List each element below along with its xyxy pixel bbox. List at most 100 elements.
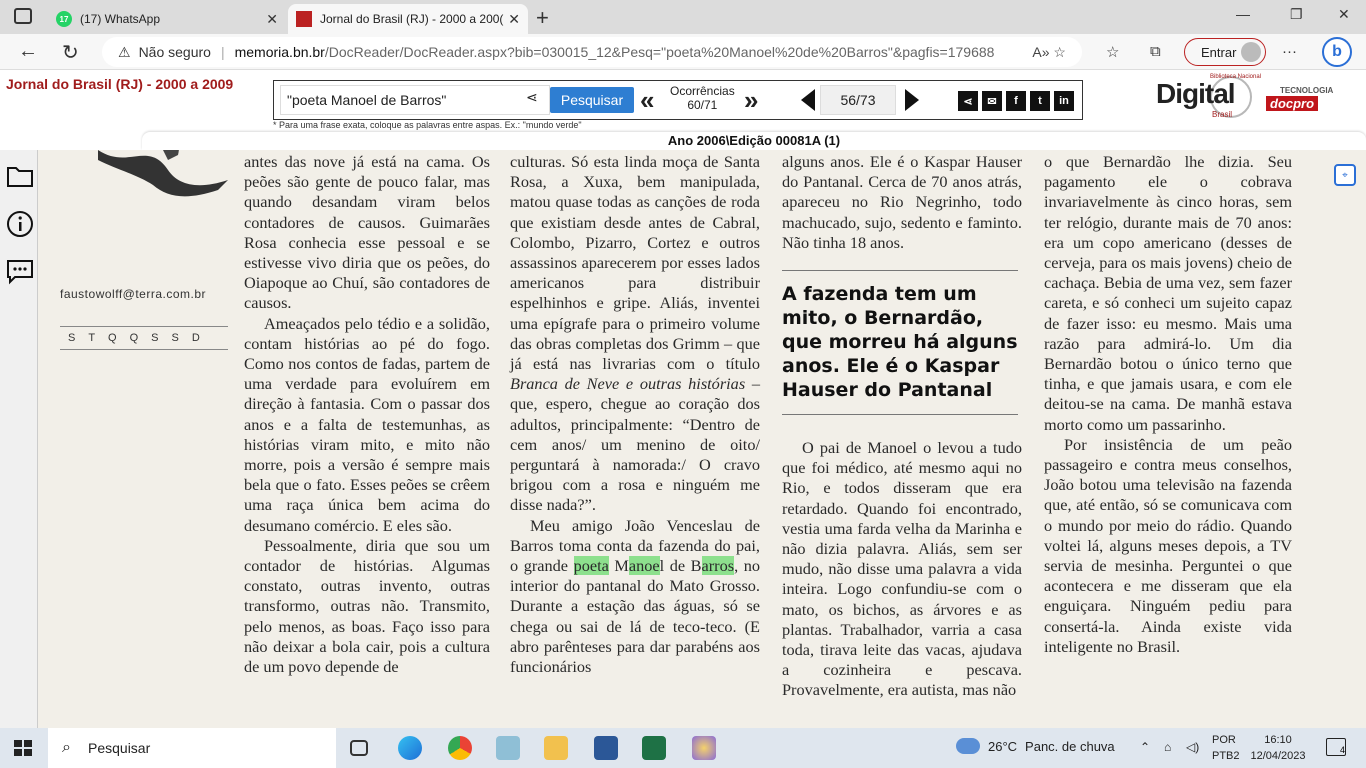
reload-button[interactable]: ↻ [62,40,79,65]
weekday-strip: STQQSSD [68,332,213,344]
favorites-icon[interactable]: ☆ [1106,43,1119,61]
article-column-3: alguns anos. Ele é o Kaspar Hauser do Pa… [782,152,1022,253]
chevron-up-icon[interactable]: ⌃ [1140,740,1150,754]
search-highlight[interactable]: poeta [573,556,609,576]
notepad-icon[interactable] [496,736,520,760]
next-page-icon[interactable] [905,89,919,111]
page-number-field[interactable]: 56/73 [820,85,896,115]
comments-icon[interactable] [6,258,34,286]
notification-count: 4 [1339,745,1345,755]
lang-line-1: POR [1212,734,1236,746]
previous-occurrence-icon[interactable]: « [640,85,655,116]
paragraph: Meu amigo João Venceslau de Barros toma … [510,516,760,678]
share-icon[interactable]: ⋖ [958,91,978,111]
minimize-button[interactable]: — [1236,6,1250,22]
read-aloud-icon[interactable]: A» ☆ [1032,44,1066,61]
sign-in-button[interactable]: Entrar [1184,38,1266,66]
rain-cloud-icon [956,738,980,754]
excel-icon[interactable] [642,736,666,760]
tab-whatsapp[interactable]: 17 (17) WhatsApp ✕ [48,4,286,34]
illustration-image [98,150,228,197]
volume-icon[interactable]: ◁) [1186,740,1199,754]
share-icon[interactable]: ⋖ [526,89,538,106]
paragraph: Pessoalmente, diria que sou um contador … [244,535,490,677]
collections-icon[interactable]: ⧉ [1150,43,1161,60]
linkedin-icon[interactable]: in [1054,91,1074,111]
language-indicator[interactable]: POR PTB2 [1212,732,1240,764]
email-icon[interactable]: ✉ [982,91,1002,111]
site-title: Jornal do Brasil (RJ) - 2000 a 2009 [6,76,234,92]
word-icon[interactable] [594,736,618,760]
folder-icon[interactable] [6,162,34,190]
info-icon[interactable] [6,210,34,238]
file-explorer-icon[interactable] [544,736,568,760]
tab-label: (17) WhatsApp [80,12,161,26]
page-current[interactable]: 56 [840,92,856,108]
paragraph: Ameaçados pelo tédio e a solidão, contam… [244,313,490,535]
search-highlight[interactable]: anoe [628,556,660,576]
notifications-icon[interactable]: 4 [1326,738,1346,756]
url-host: memoria.bn.br [234,44,325,60]
whatsapp-icon: 17 [56,11,72,27]
search-highlight[interactable]: arros [701,556,735,576]
page-total: /73 [856,92,876,108]
next-occurrence-icon[interactable]: » [744,85,759,116]
text-run: culturas. Só esta linda moça de Santa Ro… [510,152,760,374]
window-close-button[interactable]: ✕ [1338,6,1350,23]
back-button[interactable]: ← [18,40,38,63]
task-view-icon[interactable] [350,740,368,756]
chrome-icon[interactable] [448,736,472,760]
logo-tecnologia-text: TECNOLOGIA [1280,86,1334,95]
bing-copilot-icon[interactable]: b [1322,37,1352,67]
divider [782,270,1018,271]
close-icon[interactable]: ✕ [266,11,278,28]
paragraph: o que Bernardão lhe dizia. Seu pagamento… [1044,152,1292,434]
occurrences-label: Ocorrências [670,84,735,98]
restore-button[interactable]: ❐ [1290,6,1303,23]
edge-icon[interactable] [398,736,422,760]
avatar [1241,42,1261,62]
article-column-3-body: O pai de Manoel o levou a tudo que foi m… [782,438,1022,701]
tab-actions-icon[interactable] [14,8,32,24]
social-share-buttons: ⋖ ✉ f t in [958,91,1074,111]
more-menu-icon[interactable]: ··· [1282,43,1297,60]
windows-start-icon[interactable] [14,740,32,756]
warning-icon: ⚠ [118,43,131,60]
address-bar[interactable]: ⚠ Não seguro | memoria.bn.br/DocReader/D… [102,37,1082,67]
paint-icon[interactable] [692,736,716,760]
address-toolbar: ← ↻ ⚠ Não seguro | memoria.bn.br/DocRead… [0,34,1366,70]
sign-in-label: Entrar [1201,44,1237,60]
search-button[interactable]: Pesquisar [550,87,634,113]
viewer-sidebar [0,150,38,728]
hemeroteca-digital-logo: Digital [1156,78,1236,109]
newspaper-page: faustowolff@terra.com.br STQQSSD antes d… [38,150,1366,728]
tab-label: Jornal do Brasil (RJ) - 2000 a 200( [320,12,504,26]
pull-quote-headline: A fazenda tem um mito, o Bernardão, que … [782,283,1018,401]
visual-search-icon[interactable]: ⌖ [1334,164,1356,186]
search-icon: ⌕ [62,739,71,756]
occurrences-counter: Ocorrências 60/71 [670,84,735,112]
article-column-4: o que Bernardão lhe dizia. Seu pagamento… [1044,152,1292,657]
taskbar-search[interactable]: ⌕ Pesquisar [48,728,336,768]
search-placeholder: Pesquisar [88,740,151,756]
clock-time: 16:10 [1264,734,1292,746]
url-path: /DocReader/DocReader.aspx?bib=030015_12&… [324,44,995,60]
author-email: faustowolff@terra.com.br [60,287,207,301]
previous-page-icon[interactable] [801,89,815,111]
text-run: M [608,556,629,576]
clock-date: 12/04/2023 [1250,750,1306,762]
text-run: – que, espero, chegue ao coração dos adu… [510,374,760,515]
facebook-icon[interactable]: f [1006,91,1026,111]
search-input[interactable]: "poeta Manoel de Barros" [280,85,550,115]
network-icon[interactable]: ⌂ [1164,740,1171,754]
weather-widget[interactable]: 26°C Panc. de chuva [956,738,1115,754]
paragraph: alguns anos. Ele é o Kaspar Hauser do Pa… [782,152,1022,252]
close-icon[interactable]: ✕ [508,11,520,28]
text-run: l de B [659,556,702,576]
new-tab-button[interactable]: + [536,5,549,31]
tab-jornal-do-brasil[interactable]: Jornal do Brasil (RJ) - 2000 a 200( ✕ [288,4,528,34]
newspaper-viewer[interactable]: faustowolff@terra.com.br STQQSSD antes d… [38,150,1366,728]
twitter-icon[interactable]: t [1030,91,1050,111]
lang-line-2: PTB2 [1212,750,1240,762]
clock[interactable]: 16:10 12/04/2023 [1250,732,1306,764]
